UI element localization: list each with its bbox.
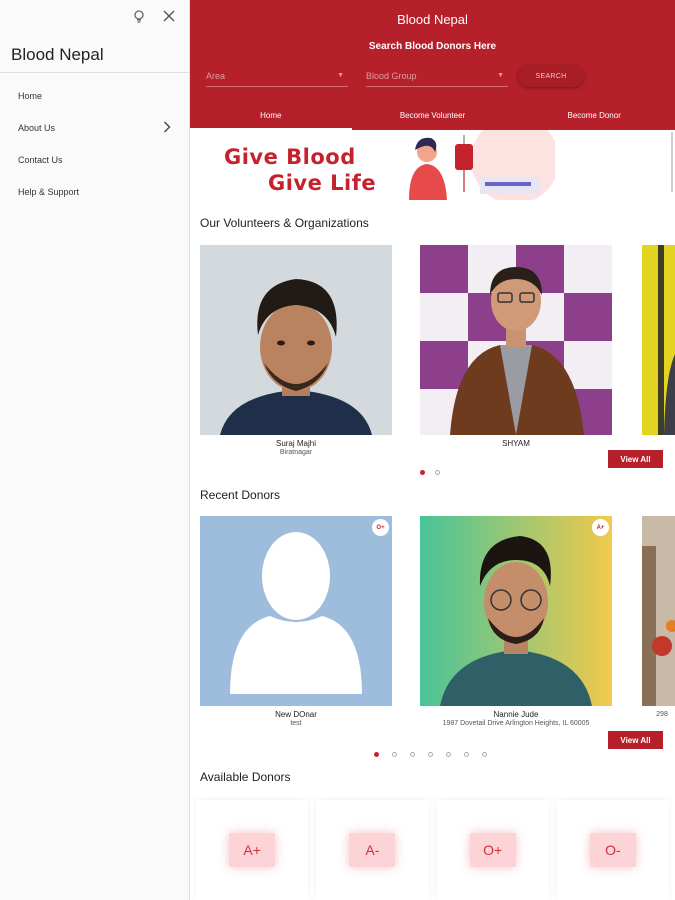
pagination-dot[interactable]: [446, 752, 451, 757]
donor-card-partial[interactable]: 298: [642, 516, 675, 719]
drawer-item-about-us[interactable]: About Us: [0, 112, 189, 144]
volunteer-photo: [200, 245, 392, 435]
chevron-right-icon: [163, 120, 171, 136]
volunteer-photo: [642, 245, 675, 435]
pagination-dot[interactable]: [435, 470, 440, 475]
blood-group-card-a-negative[interactable]: A-: [316, 800, 429, 900]
area-select[interactable]: Area ▼: [206, 65, 348, 87]
blood-group-select-placeholder: Blood Group: [366, 70, 417, 81]
drawer-item-home[interactable]: Home: [0, 80, 189, 112]
pagination-dot[interactable]: [374, 752, 379, 757]
search-title: Search Blood Donors Here: [368, 41, 497, 52]
brightness-icon[interactable]: [131, 8, 147, 24]
recent-donors-carousel[interactable]: O+ New DOnar test A+ Nannie Jude 1987 Do…: [200, 516, 675, 746]
blood-group-badge: O+: [372, 519, 389, 536]
drawer-item-label: Help & Support: [18, 187, 80, 197]
volunteers-section-title: Our Volunteers & Organizations: [200, 216, 369, 230]
donor-card[interactable]: O+ New DOnar test: [200, 516, 392, 728]
drawer-divider: [0, 72, 189, 73]
tab-home[interactable]: Home: [190, 100, 352, 130]
scroll-content: Our Volunteers & Organizations Suraj Maj…: [190, 200, 675, 900]
volunteer-card[interactable]: SHYAM: [420, 245, 612, 448]
recent-donors-section-title: Recent Donors: [200, 488, 281, 502]
drawer-title: Blood Nepal: [11, 45, 104, 64]
volunteer-card-partial[interactable]: [642, 245, 675, 435]
drawer-item-label: Home: [18, 91, 43, 101]
donor-address: test: [290, 720, 302, 727]
volunteer-card[interactable]: Suraj Majhi Biratnagar: [200, 245, 392, 457]
blood-group-chip: A+: [229, 833, 276, 867]
pagination-dot[interactable]: [392, 752, 397, 757]
search-filter-row: Area ▼ Blood Group ▼ SEARCH: [206, 64, 659, 88]
pagination-dot[interactable]: [464, 752, 469, 757]
caret-down-icon: ▼: [337, 72, 344, 79]
hero-banner: Give Blood Give Life: [190, 130, 675, 200]
drawer-top-icons: [131, 8, 177, 24]
blood-group-chip: O-: [589, 833, 636, 867]
drawer-item-help-support[interactable]: Help & Support: [0, 176, 189, 208]
donor-photo: [642, 516, 675, 706]
search-button[interactable]: SEARCH: [518, 65, 584, 87]
scrollbar[interactable]: [671, 132, 673, 192]
donor-card[interactable]: A+ Nannie Jude 1987 Dovetail Drive Arlin…: [420, 516, 612, 728]
recent-donors-view-all-button[interactable]: View All: [608, 731, 663, 749]
banner-line-1: Give Blood: [224, 145, 356, 169]
drawer-item-label: About Us: [18, 123, 56, 133]
volunteer-name: SHYAM: [502, 439, 530, 448]
donor-name: New DOnar: [275, 710, 317, 719]
drawer-item-label: Contact Us: [18, 155, 63, 165]
app-title: Blood Nepal: [397, 12, 468, 27]
donor-address: 1987 Dovetail Drive Arlington Heights, I…: [442, 720, 590, 727]
app-header: Blood Nepal Search Blood Donors Here Are…: [190, 0, 675, 130]
drawer-menu: Home About Us Contact Us Help & Support: [0, 80, 189, 208]
recent-donors-pagination: [374, 752, 487, 757]
blood-group-chip: A-: [349, 833, 396, 867]
donor-photo: O+: [200, 516, 392, 706]
blood-group-badge: A+: [592, 519, 609, 536]
area-select-placeholder: Area: [206, 70, 226, 81]
volunteer-name: Suraj Majhi: [275, 439, 316, 448]
tab-become-donor[interactable]: Become Donor: [513, 100, 675, 130]
blood-group-chip: O+: [469, 833, 516, 867]
pagination-dot[interactable]: [482, 752, 487, 757]
volunteers-view-all-button[interactable]: View All: [608, 450, 663, 468]
available-donors-section-title: Available Donors: [200, 770, 291, 784]
caret-down-icon: ▼: [497, 72, 504, 79]
banner-illustration: [409, 130, 555, 200]
navigation-drawer: Blood Nepal Home About Us Contact Us Hel…: [0, 0, 190, 900]
volunteers-pagination: [420, 470, 440, 475]
volunteer-location: Biratnagar: [279, 449, 313, 456]
blood-group-card-a-positive[interactable]: A+: [196, 800, 309, 900]
donor-address: 298: [656, 711, 668, 718]
pagination-dot[interactable]: [428, 752, 433, 757]
blood-group-card-o-positive[interactable]: O+: [436, 800, 549, 900]
volunteer-photo: [420, 245, 612, 435]
donor-photo: A+: [420, 516, 612, 706]
volunteers-carousel[interactable]: Suraj Majhi Biratnagar SHYAM: [200, 245, 675, 465]
close-icon[interactable]: [161, 8, 177, 24]
drawer-item-contact-us[interactable]: Contact Us: [0, 144, 189, 176]
tab-become-volunteer[interactable]: Become Volunteer: [352, 100, 514, 130]
banner-slogan: Give Blood Give Life: [224, 144, 376, 196]
donor-name: Nannie Jude: [493, 710, 539, 719]
main-content: Blood Nepal Search Blood Donors Here Are…: [190, 0, 675, 900]
available-donors-grid: A+ A- O+ O-: [196, 800, 669, 900]
blood-group-select[interactable]: Blood Group ▼: [366, 65, 508, 87]
pagination-dot[interactable]: [410, 752, 415, 757]
tab-bar: Home Become Volunteer Become Donor: [190, 100, 675, 130]
banner-line-2: Give Life: [268, 171, 377, 195]
pagination-dot[interactable]: [420, 470, 425, 475]
blood-group-card-o-negative[interactable]: O-: [556, 800, 669, 900]
